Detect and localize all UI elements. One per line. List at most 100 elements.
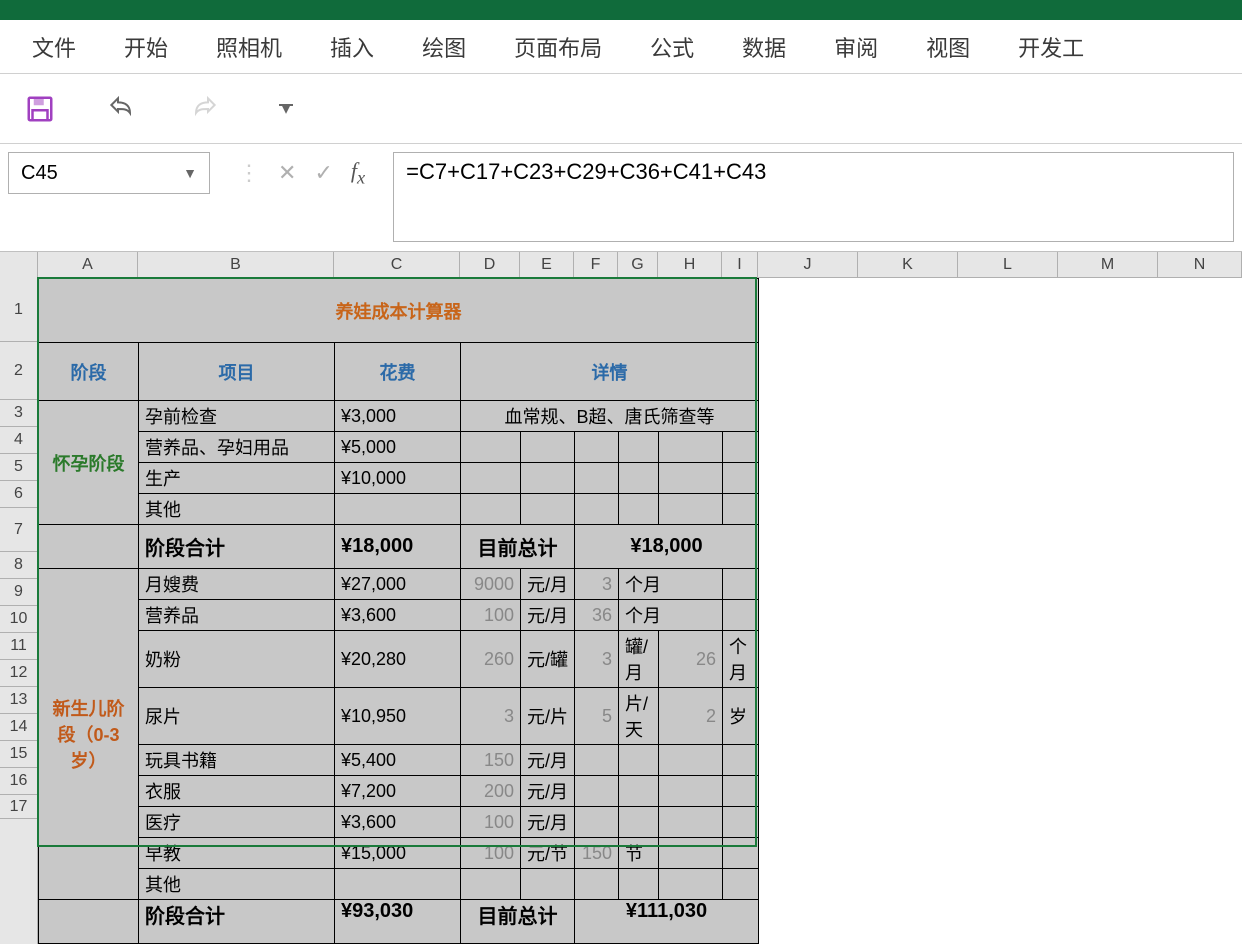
row-header-11[interactable]: 11 <box>0 633 37 660</box>
row-header-1[interactable]: 1 <box>0 278 37 342</box>
name-box-dropdown-icon[interactable]: ▼ <box>183 165 197 181</box>
quick-access-toolbar: ▾ <box>0 74 1242 144</box>
col-header-A[interactable]: A <box>38 252 138 277</box>
s2-item0[interactable]: 月嫂费 <box>139 569 335 600</box>
spreadsheet-grid[interactable]: ABCDEFGHIJKLMN 1234567891011121314151617… <box>0 252 1242 944</box>
row-header-3[interactable]: 3 <box>0 400 37 427</box>
name-box[interactable]: C45 ▼ <box>8 152 210 194</box>
tab-view[interactable]: 视图 <box>902 20 994 73</box>
col-header-I[interactable]: I <box>722 252 758 277</box>
s1-cost3[interactable] <box>335 494 461 525</box>
s2-cost7[interactable]: ¥15,000 <box>335 838 461 869</box>
s1-item1[interactable]: 营养品、孕妇用品 <box>139 432 335 463</box>
tab-formula[interactable]: 公式 <box>626 20 718 73</box>
col-header-K[interactable]: K <box>858 252 958 277</box>
col-header-G[interactable]: G <box>618 252 658 277</box>
s2-item4[interactable]: 玩具书籍 <box>139 745 335 776</box>
tab-home[interactable]: 开始 <box>100 20 192 73</box>
s2-item1[interactable]: 营养品 <box>139 600 335 631</box>
row-header-6[interactable]: 6 <box>0 481 37 508</box>
ribbon-tabs: 文件 开始 照相机 插入 绘图 页面布局 公式 数据 审阅 视图 开发工 <box>0 20 1242 74</box>
s1-item0[interactable]: 孕前检查 <box>139 401 335 432</box>
s2-item5[interactable]: 衣服 <box>139 776 335 807</box>
row-header-15[interactable]: 15 <box>0 741 37 768</box>
row-header-8[interactable]: 8 <box>0 552 37 579</box>
row-header-4[interactable]: 4 <box>0 427 37 454</box>
hdr-stage: 阶段 <box>39 343 139 401</box>
s1-cost1[interactable]: ¥5,000 <box>335 432 461 463</box>
s2-d0[interactable]: 9000 <box>461 569 521 600</box>
col-header-B[interactable]: B <box>138 252 334 277</box>
s2-cost4[interactable]: ¥5,400 <box>335 745 461 776</box>
tab-file[interactable]: 文件 <box>8 20 100 73</box>
fx-icon[interactable]: fx <box>351 158 365 188</box>
tab-insert[interactable]: 插入 <box>306 20 398 73</box>
row-header-14[interactable]: 14 <box>0 714 37 741</box>
col-header-N[interactable]: N <box>1158 252 1242 277</box>
s2-cost2[interactable]: ¥20,280 <box>335 631 461 688</box>
row-header-9[interactable]: 9 <box>0 579 37 606</box>
s2-cost3[interactable]: ¥10,950 <box>335 688 461 745</box>
s2-cost1[interactable]: ¥3,600 <box>335 600 461 631</box>
s2-cost6[interactable]: ¥3,600 <box>335 807 461 838</box>
tab-draw[interactable]: 绘图 <box>398 20 490 73</box>
title-bar <box>0 0 1242 20</box>
col-header-L[interactable]: L <box>958 252 1058 277</box>
row-header-13[interactable]: 13 <box>0 687 37 714</box>
s2-cost0[interactable]: ¥27,000 <box>335 569 461 600</box>
row-header-2[interactable]: 2 <box>0 342 37 400</box>
sheet-cells[interactable]: 养娃成本计算器 阶段 项目 花费 详情 怀孕阶段 孕前检查 ¥3,000 血常规… <box>38 278 759 944</box>
col-header-F[interactable]: F <box>574 252 618 277</box>
s1-detail0[interactable]: 血常规、B超、唐氏筛查等 <box>461 401 759 432</box>
accept-icon[interactable]: ✓ <box>314 160 332 186</box>
name-box-value: C45 <box>21 162 58 185</box>
col-header-M[interactable]: M <box>1058 252 1158 277</box>
tab-developer[interactable]: 开发工 <box>994 20 1108 73</box>
customize-toolbar-icon[interactable]: ▾ <box>270 93 302 125</box>
formula-input[interactable]: =C7+C17+C23+C29+C36+C41+C43 <box>393 152 1234 242</box>
row-header-10[interactable]: 10 <box>0 606 37 633</box>
col-header-D[interactable]: D <box>460 252 520 277</box>
s1-curlabel[interactable]: 目前总计 <box>461 525 575 569</box>
row-header-17[interactable]: 17 <box>0 795 37 819</box>
s1-item3[interactable]: 其他 <box>139 494 335 525</box>
undo-icon[interactable] <box>106 93 138 125</box>
row-header-7[interactable]: 7 <box>0 508 37 552</box>
row-header-12[interactable]: 12 <box>0 660 37 687</box>
col-header-E[interactable]: E <box>520 252 574 277</box>
select-all-corner[interactable] <box>0 252 38 278</box>
s2-u1-0[interactable]: 元/月 <box>521 569 575 600</box>
s2-cur[interactable]: ¥111,030 <box>575 900 759 944</box>
s2-item2[interactable]: 奶粉 <box>139 631 335 688</box>
tab-camera[interactable]: 照相机 <box>192 20 306 73</box>
col-header-H[interactable]: H <box>658 252 722 277</box>
s2-item3[interactable]: 尿片 <box>139 688 335 745</box>
s2-item7[interactable]: 早教 <box>139 838 335 869</box>
s2-q0[interactable]: 3 <box>575 569 619 600</box>
tab-data[interactable]: 数据 <box>718 20 810 73</box>
hdr-detail: 详情 <box>461 343 759 401</box>
s2-item8[interactable]: 其他 <box>139 869 335 900</box>
s2-sublabel[interactable]: 阶段合计 <box>139 900 335 944</box>
row-header-16[interactable]: 16 <box>0 768 37 795</box>
s2-item6[interactable]: 医疗 <box>139 807 335 838</box>
s1-item2[interactable]: 生产 <box>139 463 335 494</box>
tab-review[interactable]: 审阅 <box>810 20 902 73</box>
s1-cur[interactable]: ¥18,000 <box>575 525 759 569</box>
s2-curlabel[interactable]: 目前总计 <box>461 900 575 944</box>
s2-u2-0[interactable]: 个月 <box>619 569 723 600</box>
save-icon[interactable] <box>24 93 56 125</box>
s1-subcost[interactable]: ¥18,000 <box>335 525 461 569</box>
s1-cost0[interactable]: ¥3,000 <box>335 401 461 432</box>
redo-icon[interactable] <box>188 93 220 125</box>
hdr-cost: 花费 <box>335 343 461 401</box>
col-header-C[interactable]: C <box>334 252 460 277</box>
tab-layout[interactable]: 页面布局 <box>490 20 626 73</box>
s2-subcost[interactable]: ¥93,030 <box>335 900 461 944</box>
row-header-5[interactable]: 5 <box>0 454 37 481</box>
s1-cost2[interactable]: ¥10,000 <box>335 463 461 494</box>
col-header-J[interactable]: J <box>758 252 858 277</box>
s2-cost5[interactable]: ¥7,200 <box>335 776 461 807</box>
s1-sublabel[interactable]: 阶段合计 <box>139 525 335 569</box>
cancel-icon[interactable]: ✕ <box>278 160 296 186</box>
